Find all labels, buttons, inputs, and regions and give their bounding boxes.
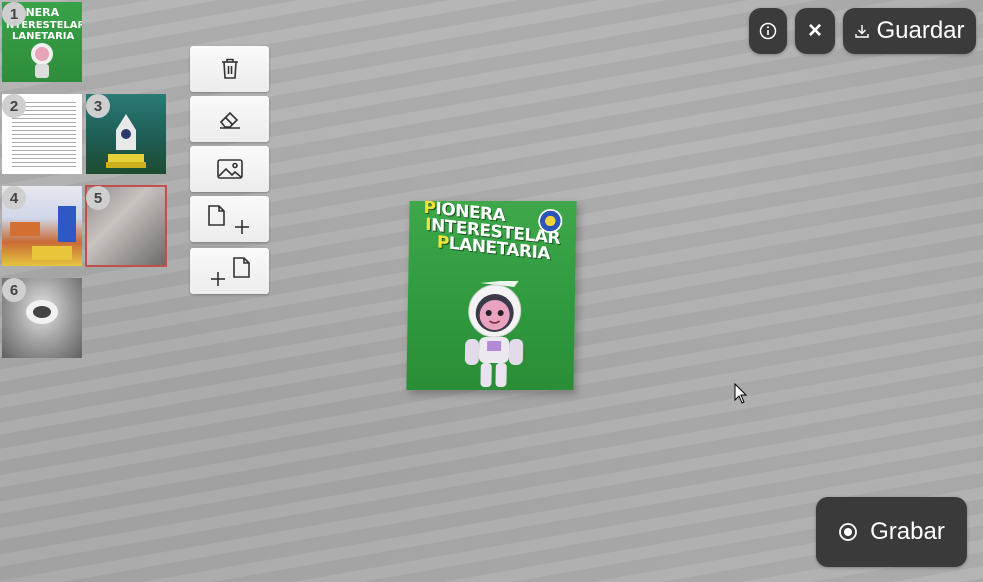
page-number-badge: 2 <box>2 94 26 118</box>
eraser-icon <box>219 111 240 129</box>
page-thumbnail-3[interactable]: 3 <box>86 94 166 174</box>
record-label: Grabar <box>870 518 945 545</box>
astronaut-illustration <box>464 281 524 387</box>
close-button[interactable]: × <box>795 8 835 54</box>
trash-icon <box>221 58 238 79</box>
svg-text:LANETARIA: LANETARIA <box>12 31 75 42</box>
add-page-after-button[interactable] <box>190 196 269 242</box>
page-thumbnail-2[interactable]: 2 <box>2 94 82 174</box>
page-number-badge: 4 <box>2 186 26 210</box>
save-button[interactable]: Guardar <box>843 8 976 54</box>
record-button[interactable]: Grabar <box>816 497 967 567</box>
delete-button[interactable] <box>190 46 269 92</box>
page-thumbnail-1[interactable]: 1 IONERA NTERESTELAR LANETARIA <box>2 2 82 82</box>
download-icon <box>855 25 870 38</box>
title-initial: P <box>436 232 450 254</box>
page-number-badge: 6 <box>2 278 26 302</box>
save-label: Guardar <box>876 17 965 44</box>
book-cover[interactable]: PIONERA INTERESTELAR PLANETARIA <box>406 201 577 390</box>
close-icon: × <box>807 17 822 44</box>
page-thumbnail-5[interactable]: 5 <box>85 185 167 267</box>
page-thumbnail-6[interactable]: 6 <box>2 278 82 358</box>
plus-page-icon <box>210 257 250 286</box>
page-number-badge: 5 <box>86 186 110 210</box>
info-button[interactable] <box>749 8 787 54</box>
mouse-cursor-icon <box>734 383 748 404</box>
image-icon <box>216 159 243 179</box>
page-thumbnail-4[interactable]: 4 <box>2 186 82 266</box>
insert-image-button[interactable] <box>190 146 269 192</box>
add-page-before-button[interactable] <box>190 248 269 294</box>
record-icon <box>839 523 858 541</box>
page-number-badge: 3 <box>86 94 110 118</box>
page-plus-icon <box>207 205 249 234</box>
erase-button[interactable] <box>190 96 269 142</box>
page-number-badge: 1 <box>2 2 26 26</box>
info-icon <box>759 22 777 40</box>
